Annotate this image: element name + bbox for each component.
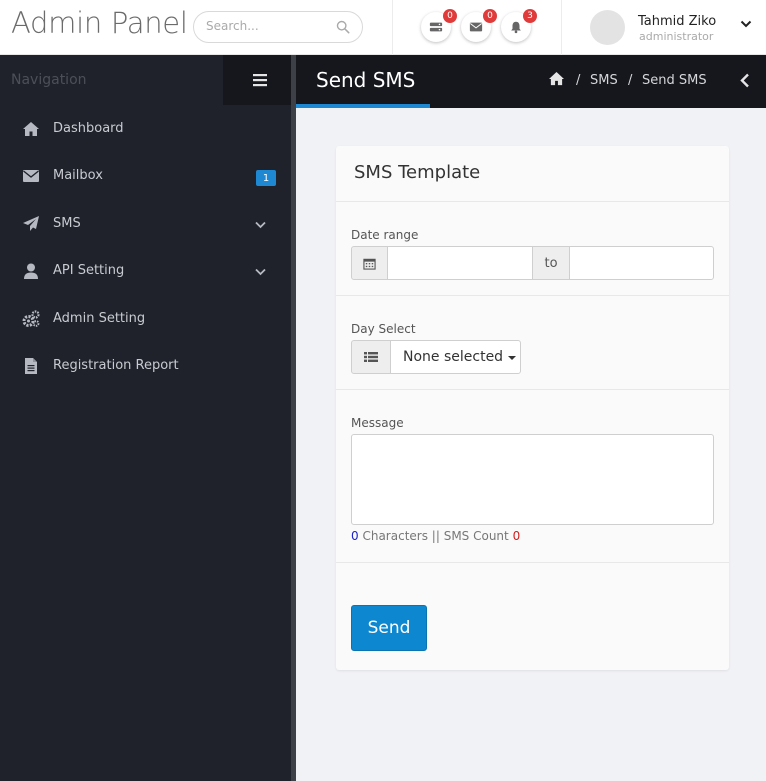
search-box[interactable]	[193, 11, 363, 43]
page-title-bar: Send SMS / SMS / Send SMS	[296, 55, 766, 108]
sidebar-item-sms[interactable]: SMS	[0, 203, 291, 247]
character-count: 0	[351, 529, 359, 543]
server-icon	[429, 22, 443, 32]
notification-badge: 0	[483, 9, 497, 23]
search-icon[interactable]	[336, 20, 350, 34]
date-from-input[interactable]	[387, 246, 533, 280]
sms-count: 0	[512, 529, 521, 543]
divider	[336, 389, 729, 390]
breadcrumb-separator: /	[576, 73, 581, 88]
home-icon[interactable]	[548, 71, 565, 86]
card-title: SMS Template	[354, 162, 481, 183]
date-to-input[interactable]	[569, 246, 714, 280]
mailbox-badge: 1	[256, 170, 276, 186]
user-name[interactable]: Tahmid Ziko	[638, 14, 716, 29]
date-range-label: Date range	[351, 228, 419, 242]
sidebar-item-dashboard[interactable]: Dashboard	[0, 108, 291, 152]
sidebar-item-label: Registration Report	[53, 358, 179, 373]
sms-counter: 0 Characters || SMS Count 0	[351, 529, 520, 543]
message-textarea[interactable]	[351, 434, 714, 525]
send-button[interactable]: Send	[351, 605, 427, 651]
sidebar-item-api-setting[interactable]: API Setting	[0, 250, 291, 294]
paper-plane-icon	[23, 216, 39, 231]
messages-notification-button[interactable]: 0	[461, 9, 497, 42]
chevron-down-icon	[255, 268, 266, 276]
chevron-left-icon[interactable]	[739, 73, 750, 88]
characters-text: Characters ||	[362, 529, 440, 543]
user-icon	[24, 263, 38, 279]
alerts-notification-button[interactable]: 3	[501, 9, 537, 42]
search-input[interactable]	[206, 19, 326, 33]
server-notification-button[interactable]: 0	[421, 9, 457, 42]
bell-icon	[511, 21, 521, 34]
user-role: administrator	[639, 30, 714, 43]
page-title: Send SMS	[316, 68, 416, 92]
day-select-label: Day Select	[351, 322, 416, 336]
date-to-addon: to	[532, 246, 570, 280]
day-select-dropdown[interactable]: None selected	[390, 340, 521, 374]
calendar-icon	[363, 258, 376, 270]
chevron-down-icon[interactable]	[740, 19, 752, 29]
list-addon	[351, 340, 391, 374]
sms-template-card: SMS Template Date range to Day Select No…	[336, 146, 729, 670]
sidebar-item-mailbox[interactable]: Mailbox 1	[0, 155, 291, 199]
breadcrumb-separator: /	[628, 73, 633, 88]
sidebar-item-admin-setting[interactable]: Admin Setting	[0, 298, 291, 342]
home-icon	[23, 122, 39, 136]
sidebar-item-label: Admin Setting	[53, 311, 146, 326]
avatar[interactable]	[590, 10, 625, 45]
sidebar-item-registration-report[interactable]: Registration Report	[0, 345, 291, 389]
sidebar-item-label: Mailbox	[53, 168, 103, 183]
brand-title[interactable]: Admin Panel	[11, 6, 188, 40]
top-header: Admin Panel 0 0 3 Tahmid Ziko administra…	[0, 0, 766, 55]
calendar-addon	[351, 246, 388, 280]
sidebar-item-label: Dashboard	[53, 121, 124, 136]
sidebar-scroll-gutter	[291, 55, 296, 781]
breadcrumb-item-sms[interactable]: SMS	[590, 73, 618, 88]
divider	[336, 295, 729, 296]
hamburger-icon	[252, 74, 267, 87]
list-icon	[364, 352, 378, 362]
message-label: Message	[351, 416, 404, 430]
chevron-down-icon	[255, 221, 266, 229]
day-select-value: None selected	[403, 349, 504, 365]
header-divider	[561, 0, 562, 55]
caret-down-icon	[508, 356, 517, 360]
divider	[336, 562, 729, 563]
sms-count-text: SMS Count	[443, 529, 509, 543]
envelope-icon	[469, 22, 483, 32]
envelope-icon	[23, 170, 39, 182]
breadcrumb-item-send-sms: Send SMS	[642, 73, 707, 88]
notification-badge: 3	[523, 9, 537, 23]
sidebar-item-label: SMS	[53, 216, 81, 231]
gears-icon	[22, 310, 40, 327]
sidebar-item-label: API Setting	[53, 263, 125, 278]
header-divider	[392, 0, 393, 55]
sidebar: Navigation Dashboard Mailbox 1 SMS API S…	[0, 55, 296, 781]
notification-badge: 0	[443, 9, 457, 23]
sidebar-title: Navigation	[11, 72, 87, 88]
divider	[336, 201, 729, 202]
file-icon	[25, 358, 37, 374]
title-accent-bar	[296, 104, 430, 108]
menu-toggle-button[interactable]	[223, 55, 296, 105]
